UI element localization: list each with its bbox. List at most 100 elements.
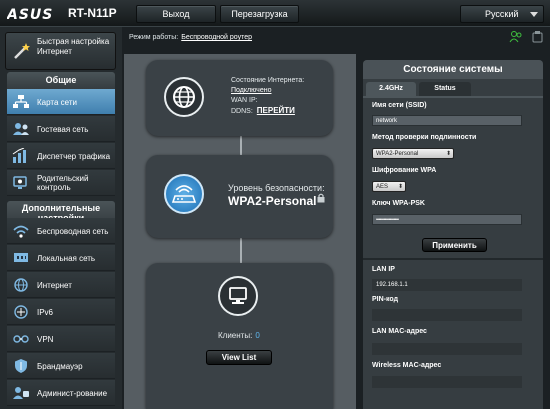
sidebar-item-label: VPN	[37, 334, 54, 344]
select-arrows-icon: ⬍	[445, 151, 451, 157]
quick-internet-setup-button[interactable]: Быстрая настройка Интернет	[5, 32, 116, 70]
auth-method-select[interactable]: WPA2-Personal ⬍	[372, 148, 454, 159]
lock-icon	[317, 193, 325, 203]
system-status-panel: Состояние системы 2.4GHz Status Имя сети…	[363, 60, 543, 409]
wan-ip-label: WAN IP:	[231, 97, 258, 104]
sidebar-item-wireless[interactable]: Беспроводная сеть	[7, 218, 115, 244]
lan-mac-value	[372, 343, 522, 355]
quick-setup-label: Быстрая настройка Интернет	[37, 37, 110, 56]
vpn-icon	[13, 335, 29, 343]
status-separator	[363, 258, 543, 260]
internet-status-value[interactable]: Подключено	[231, 86, 304, 96]
internet-node[interactable]: Состояние Интернета: Подключено WAN IP: …	[146, 60, 333, 136]
router-node[interactable]: Уровень безопасности: WPA2-Personal	[146, 155, 333, 238]
header-status-icons	[509, 30, 545, 49]
chevron-down-icon	[530, 12, 538, 17]
sidebar-item-label: IPv6	[37, 307, 54, 317]
sidebar-item-label: Гостевая сеть	[37, 124, 89, 134]
ipv6-icon	[14, 305, 28, 319]
lan-ip-value: 192.168.1.1	[372, 279, 522, 291]
clients-count: Клиенты: 0	[218, 331, 260, 340]
internet-info: Состояние Интернета: Подключено WAN IP: …	[231, 76, 304, 117]
svg-text:ASUS: ASUS	[7, 7, 53, 20]
general-section-title: Общие	[7, 72, 115, 89]
operation-mode: Режим работы: Беспроводной роутер	[129, 34, 252, 41]
clients-circle	[218, 276, 258, 316]
network-map-icon	[13, 95, 29, 108]
sidebar-item-guest-network[interactable]: Гостевая сеть	[7, 116, 115, 142]
operation-mode-label: Режим работы:	[129, 34, 179, 41]
ssid-label: Имя сети (SSID)	[372, 102, 427, 109]
sidebar-item-label: Админист-рование	[37, 388, 108, 398]
asus-logo: ASUS	[7, 7, 65, 20]
clients-node[interactable]: Клиенты: 0 View List	[146, 263, 333, 409]
sidebar-item-vpn[interactable]: VPN	[7, 326, 115, 352]
logout-button[interactable]: Выход	[136, 5, 216, 23]
parental-control-icon	[13, 176, 27, 189]
apply-button[interactable]: Применить	[422, 238, 487, 252]
monitor-icon	[229, 287, 247, 304]
top-bar: ASUS RT-N11P Выход Перезагрузка Русский	[0, 0, 550, 27]
sidebar-item-traffic-manager[interactable]: Диспетчер трафика	[7, 143, 115, 169]
auth-method-value: WPA2-Personal	[376, 151, 419, 157]
security-level-value: WPA2-Personal	[228, 194, 317, 208]
language-select[interactable]: Русский	[460, 5, 544, 23]
router-circle	[164, 174, 204, 214]
status-icons	[509, 31, 543, 43]
sidebar-item-firewall[interactable]: Брандмауэр	[7, 353, 115, 379]
wireless-icon	[13, 225, 29, 238]
tab-status[interactable]: Status	[419, 82, 471, 96]
lan-ip-label: LAN IP	[372, 266, 395, 273]
wireless-mac-value	[372, 376, 522, 388]
clients-count-value[interactable]: 0	[255, 331, 259, 340]
pin-code-label: PIN-код	[372, 296, 399, 303]
clients-label: Клиенты:	[218, 331, 253, 340]
sidebar-item-label: Брандмауэр	[37, 361, 83, 371]
language-value: Русский	[485, 9, 519, 19]
sidebar-item-ipv6[interactable]: IPv6	[7, 299, 115, 325]
reboot-button[interactable]: Перезагрузка	[220, 5, 299, 23]
traffic-manager-icon	[12, 148, 26, 163]
wpa-encryption-label: Шифрование WPA	[372, 167, 437, 174]
wpa-psk-input[interactable]: ••••••••••••••••••	[372, 214, 522, 225]
wpa-encryption-value: AES	[376, 184, 389, 190]
sidebar-item-label: Родительский контроль	[37, 174, 89, 192]
wpa-psk-label: Ключ WPA-PSK	[372, 200, 425, 207]
sidebar-item-label: Локальная сеть	[37, 253, 96, 263]
lan-mac-label: LAN MAC-адрес	[372, 328, 427, 335]
sidebar-item-lan[interactable]: Локальная сеть	[7, 245, 115, 271]
globe-icon	[173, 86, 195, 108]
magic-wand-icon	[14, 43, 30, 59]
wpa-encryption-select[interactable]: AES ⬍	[372, 181, 406, 192]
sidebar-item-label: Карта сети	[37, 97, 77, 107]
lan-icon	[14, 253, 28, 262]
internet-status-label: Состояние Интернета:	[231, 77, 305, 84]
operation-mode-link[interactable]: Беспроводной роутер	[181, 34, 252, 41]
ddns-go-link[interactable]: ПЕРЕЙТИ	[257, 106, 295, 115]
guest-network-icon	[13, 123, 29, 135]
users-icon[interactable]	[509, 31, 522, 43]
tab-2-4ghz[interactable]: 2.4GHz	[366, 82, 416, 96]
tab-underline	[363, 96, 543, 98]
usb-icon[interactable]	[532, 31, 543, 43]
sidebar-item-label: Интернет	[37, 280, 72, 290]
ssid-input[interactable]: network	[372, 115, 522, 126]
sidebar-item-label: Беспроводная сеть	[37, 226, 109, 236]
auth-method-label: Метод проверки подлинности	[372, 134, 477, 141]
sidebar-item-network-map[interactable]: Карта сети	[7, 89, 115, 115]
ddns-label: DDNS:	[231, 108, 253, 115]
internet-circle	[164, 77, 204, 117]
pin-code-value	[372, 309, 522, 321]
administration-icon	[13, 387, 29, 399]
select-arrows-icon: ⬍	[397, 184, 403, 190]
view-list-button[interactable]: View List	[206, 350, 272, 365]
sidebar-item-administration[interactable]: Админист-рование	[7, 380, 115, 406]
firewall-icon	[15, 359, 27, 373]
sidebar-item-wan[interactable]: Интернет	[7, 272, 115, 298]
wan-globe-icon	[14, 278, 28, 292]
router-model: RT-N11P	[68, 6, 117, 20]
security-level-label: Уровень безопасности:	[228, 183, 325, 193]
sidebar-item-parental-control[interactable]: Родительский контроль	[7, 170, 115, 196]
sidebar-item-label: Диспетчер трафика	[37, 151, 111, 161]
system-status-title: Состояние системы	[363, 60, 543, 79]
